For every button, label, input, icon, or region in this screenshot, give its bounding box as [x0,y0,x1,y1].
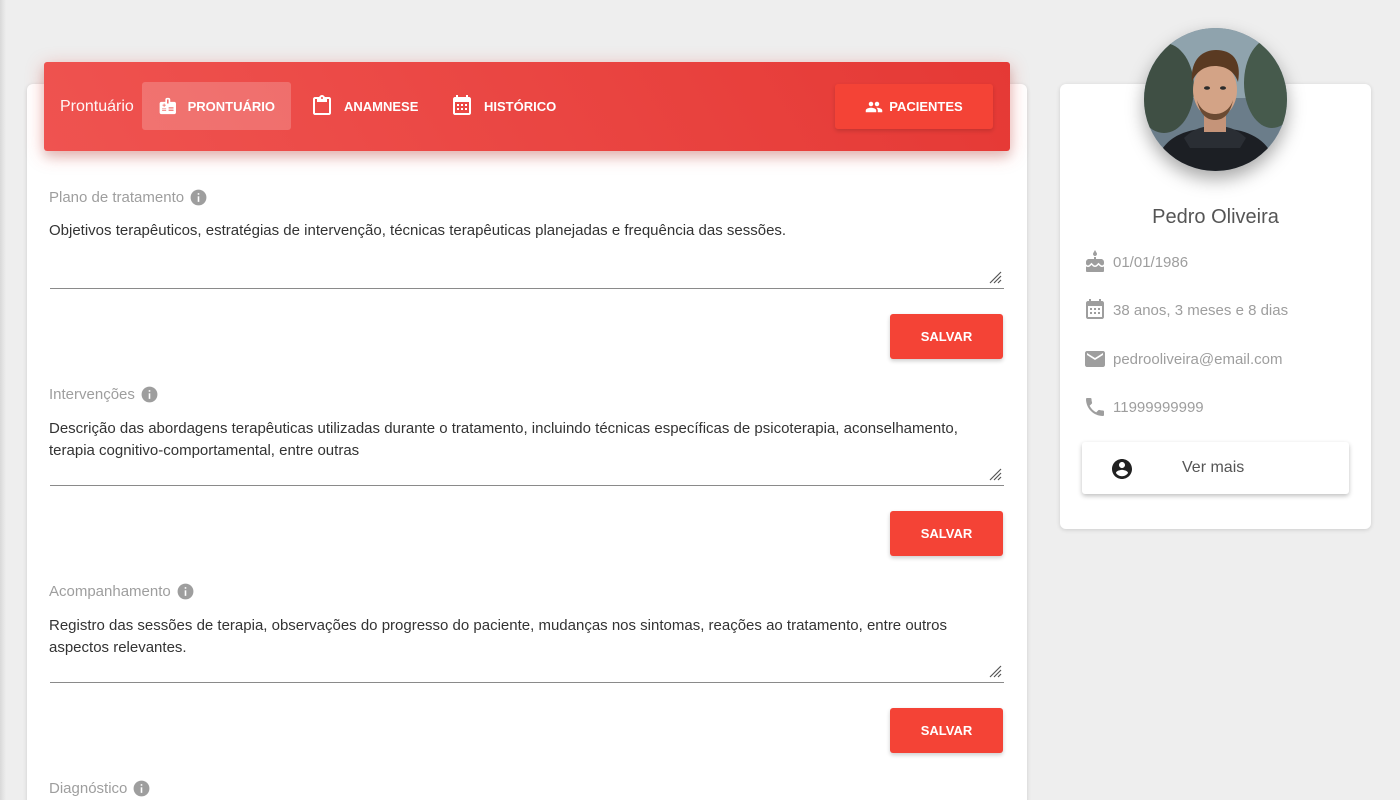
field-label-text: Plano de tratamento [49,189,185,206]
field-label-text: Acompanhamento [49,583,171,600]
save-button-intervencoes[interactable]: SALVAR [890,511,1003,556]
intervencoes-textarea[interactable]: Descrição das abordagens terapêuticas ut… [49,418,1004,462]
field-label-intervencoes: Intervenções [49,385,159,404]
field-label-text: Diagnóstico [49,780,128,797]
phone-text: 11999999999 [1113,398,1204,416]
patient-name: Pedro Oliveira [1152,206,1279,228]
avatar-photo [1144,28,1287,171]
acompanhamento-textarea[interactable]: Registro das sessões de terapia, observa… [49,615,1004,659]
resize-handle-icon[interactable] [986,268,1002,284]
info-icon[interactable] [176,582,195,601]
left-edge-shadow [0,0,6,800]
calendar-icon [453,95,471,115]
card-header: Prontuário PRONTUÁRIO ANAMNESE HISTÓRICO… [44,62,1010,151]
pacientes-button[interactable]: PACIENTES [835,84,993,129]
calendar-icon [1086,299,1104,319]
phone-row: 11999999999 [1083,395,1204,419]
resize-handle-icon[interactable] [986,662,1002,678]
field-label-diagnostico: Diagnóstico [49,779,151,798]
field-label-plano: Plano de tratamento [49,188,208,207]
birthdate-text: 01/01/1986 [1113,253,1189,271]
ver-mais-label: Ver mais [1182,459,1245,476]
email-row: pedrooliveira@email.com [1083,347,1282,371]
medical-card-icon [159,97,176,115]
save-button-plano[interactable]: SALVAR [890,314,1003,359]
tab-label: HISTÓRICO [484,98,557,114]
age-row: 38 anos, 3 meses e 8 dias [1083,298,1288,322]
avatar [1144,28,1287,171]
email-text: pedrooliveira@email.com [1113,350,1283,368]
phone-icon [1086,398,1104,416]
email-icon [1085,351,1105,367]
clipboard-icon [313,95,331,115]
info-icon[interactable] [132,779,151,798]
account-circle-icon [1112,459,1132,479]
ver-mais-button[interactable]: Ver mais [1082,442,1349,494]
field-label-acompanhamento: Acompanhamento [49,582,195,601]
info-icon[interactable] [189,188,208,207]
save-button-acompanhamento[interactable]: SALVAR [890,708,1003,753]
tab-label: ANAMNESE [344,98,419,114]
field-underline [50,288,1004,289]
plano-textarea[interactable]: Objetivos terapêuticos, estratégias de i… [49,220,1004,242]
field-underline [50,682,1004,683]
header-title: Prontuário [60,98,134,115]
tab-label: PRONTUÁRIO [187,98,275,114]
age-text: 38 anos, 3 meses e 8 dias [1113,301,1289,319]
cake-icon [1086,250,1104,272]
pacientes-label: PACIENTES [889,99,963,114]
resize-handle-icon[interactable] [986,465,1002,481]
people-icon [866,101,883,112]
info-icon[interactable] [140,385,159,404]
field-underline [50,485,1004,486]
tab-anamnese[interactable]: ANAMNESE [294,82,434,130]
tab-prontuario[interactable]: PRONTUÁRIO [142,82,291,130]
field-label-text: Intervenções [49,386,135,403]
tab-historico[interactable]: HISTÓRICO [434,82,572,130]
birthdate-row: 01/01/1986 [1083,250,1188,274]
